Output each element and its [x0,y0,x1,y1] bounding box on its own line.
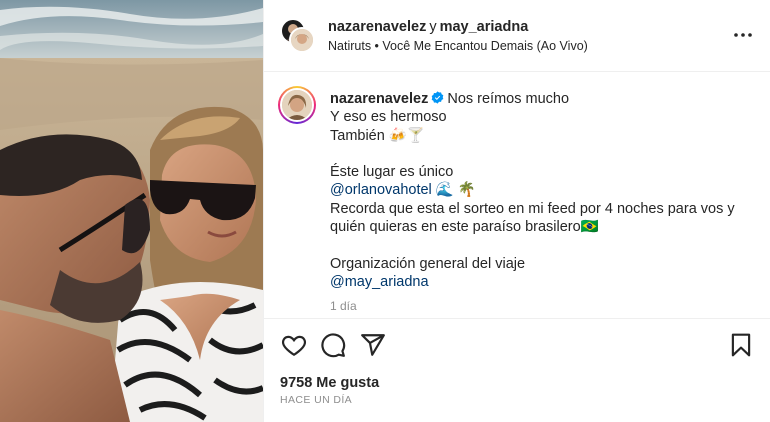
caption-text: Éste lugar es único [330,164,454,181]
username-link[interactable]: nazarenavelez [328,19,426,35]
collab-usernames: nazarenavelez y may_ariadna [328,19,528,35]
mention-link[interactable]: @orlanovahotel [330,182,432,198]
post-date: HACE UN DÍA [280,394,353,406]
caption-mention-line: @may_ariadna [330,273,750,291]
collab-avatars[interactable] [280,18,316,54]
caption-text: Nos reímos mucho [447,91,570,107]
comment-icon [321,333,346,358]
post-caption: nazarenavelez Nos reímos mucho Y eso es h… [330,90,750,316]
caption-text: Recorda que esta el sorteo en mi feed po… [330,200,735,236]
post-side-panel: nazarenavelez y may_ariadna Natiruts • Voc… [263,0,770,422]
save-button[interactable] [728,332,754,358]
caption-emoji: 🌊 🌴 [431,182,476,199]
like-button[interactable] [281,332,307,358]
more-icon [734,33,752,37]
avatar-image [282,90,312,120]
caption-text: Y eso es hermoso [330,109,447,126]
avatar-image [291,29,313,51]
caption-text: Organización general del viaje [330,255,526,272]
username-link[interactable]: may_ariadna [440,19,529,35]
bookmark-icon [731,333,751,357]
post-header: nazarenavelez y may_ariadna Natiruts • Voc… [264,0,770,72]
mention-link[interactable]: @may_ariadna [330,274,429,290]
verified-badge-icon [432,91,444,104]
caption-mention-line: @orlanovahotel 🌊 🌴 [330,181,750,199]
heart-icon [281,335,307,357]
send-icon [361,334,385,356]
caption-avatar[interactable] [278,86,316,124]
post-photo[interactable] [0,0,263,422]
action-bar [264,318,770,370]
caption-username[interactable]: nazarenavelez [330,91,428,107]
music-label[interactable]: Natiruts • Você Me Encantou Demais (Ao V… [328,39,588,53]
avatar [280,88,314,122]
avatar[interactable] [289,27,315,53]
caption-timestamp[interactable]: 1 día [330,297,750,315]
comment-button[interactable] [320,332,346,358]
beach-selfie-image [0,0,263,422]
likes-count[interactable]: 9758 Me gusta [280,375,379,391]
joiner-text: y [429,19,437,35]
caption-first-line: nazarenavelez Nos reímos mucho [330,90,750,108]
caption-text: También 🍻🍸 [330,127,425,144]
more-options-button[interactable] [733,26,753,44]
instagram-post: nazarenavelez y may_ariadna Natiruts • Voc… [0,0,770,422]
share-button[interactable] [360,332,386,358]
